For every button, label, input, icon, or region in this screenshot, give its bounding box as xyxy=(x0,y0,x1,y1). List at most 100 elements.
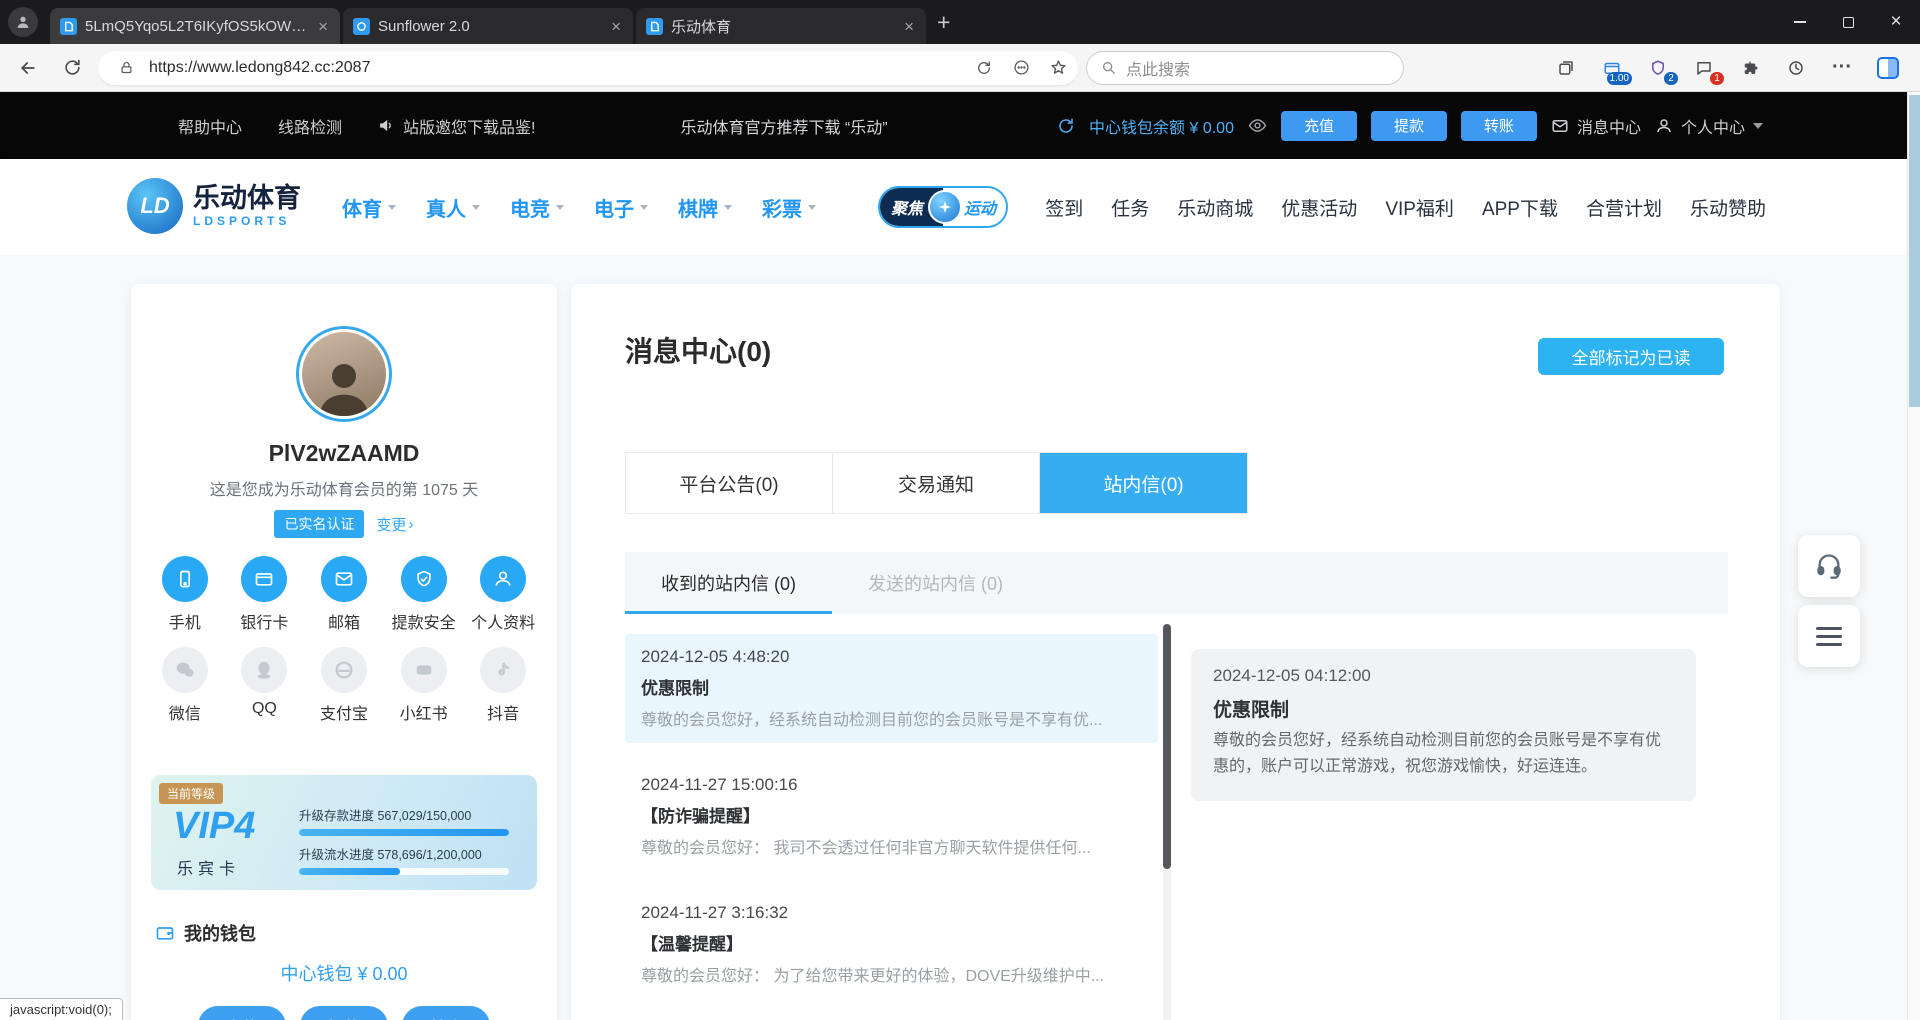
speaker-icon xyxy=(378,117,395,134)
menu-live[interactable]: 真人 xyxy=(426,193,480,222)
browser-tab-3[interactable]: 乐动体育 × xyxy=(636,8,926,44)
bind-phone[interactable]: 手机 xyxy=(149,556,221,633)
copilot-sidebar-icon[interactable] xyxy=(1870,51,1906,85)
chat-extension-icon[interactable]: 1 xyxy=(1686,51,1722,85)
vip-card-name: 乐宾卡 xyxy=(177,855,240,879)
tab-close-icon[interactable]: × xyxy=(316,18,330,35)
browser-profile-icon[interactable] xyxy=(8,7,38,37)
address-bar[interactable]: https://www.ledong842.cc:2087 xyxy=(98,51,1078,85)
browser-tab-2[interactable]: Sunflower 2.0 × xyxy=(343,8,633,44)
vip-progress: 升级存款进度 567,029/150,000 升级流水进度 578,696/1,… xyxy=(299,805,525,883)
extension-badge: 1 xyxy=(1710,72,1724,85)
page-refresh-icon[interactable] xyxy=(970,54,998,82)
back-icon[interactable] xyxy=(10,50,46,86)
list-item[interactable]: 2024-12-05 4:48:20 优惠限制 尊敬的会员您好，经系统自动检测目… xyxy=(625,634,1158,743)
transfer-button[interactable]: 转账 xyxy=(1461,111,1537,141)
list-item[interactable]: 2024-11-27 15:00:16 【防诈骗提醒】 尊敬的会员您好： 我司不… xyxy=(625,762,1158,871)
subtab-sent[interactable]: 发送的站内信 (0) xyxy=(832,552,1039,614)
url-text[interactable]: https://www.ledong842.cc:2087 xyxy=(149,59,961,77)
window-close-button[interactable]: × xyxy=(1872,0,1920,44)
link-tasks[interactable]: 任务 xyxy=(1111,194,1149,221)
history-icon[interactable] xyxy=(1778,51,1814,85)
list-scrollbar[interactable] xyxy=(1163,624,1171,1020)
current-level-tag: 当前等级 xyxy=(159,783,223,804)
link-checkin[interactable]: 签到 xyxy=(1045,194,1083,221)
deposit-button[interactable]: 充值 xyxy=(1281,111,1357,141)
link-sponsorship[interactable]: 乐动赞助 xyxy=(1690,194,1766,221)
withdraw-button[interactable]: 提款 xyxy=(300,1006,388,1020)
extension-badge: 1.00 xyxy=(1607,72,1632,85)
message-center-link[interactable]: 消息中心 xyxy=(1551,114,1641,138)
bind-xiaohongshu[interactable]: 小红书 xyxy=(388,647,460,724)
link-mall[interactable]: 乐动商城 xyxy=(1177,194,1253,221)
focus-sports-badge[interactable]: 聚焦 运动 xyxy=(878,186,1008,228)
eye-icon[interactable] xyxy=(1248,116,1267,135)
bind-email[interactable]: 邮箱 xyxy=(308,556,380,633)
omnibox-more-icon[interactable] xyxy=(1007,54,1035,82)
wallet-extension-icon[interactable]: 1.00 xyxy=(1594,51,1630,85)
tab-transaction-notices[interactable]: 交易通知 xyxy=(833,453,1040,513)
avatar[interactable] xyxy=(296,326,392,422)
new-tab-button[interactable]: + xyxy=(937,9,950,36)
search-input[interactable]: 点此搜索 xyxy=(1086,51,1404,85)
scrollbar-thumb[interactable] xyxy=(1163,624,1171,869)
browser-tab-1[interactable]: 5LmQ5Yqo5L2T6IKyfOS5kOWKqO... × xyxy=(50,8,340,44)
link-vip[interactable]: VIP福利 xyxy=(1385,194,1454,221)
favorite-star-icon[interactable] xyxy=(1044,54,1072,82)
quick-menu-button[interactable] xyxy=(1798,605,1860,667)
bind-bank-card[interactable]: 银行卡 xyxy=(228,556,300,633)
shield-extension-icon[interactable]: 2 xyxy=(1640,51,1676,85)
wallet-refresh-icon[interactable] xyxy=(1057,117,1075,135)
unbound-icons-row: 微信 QQ 支付宝 小红书 抖音 xyxy=(131,647,557,724)
extensions-puzzle-icon[interactable] xyxy=(1732,51,1768,85)
withdraw-button[interactable]: 提款 xyxy=(1371,111,1447,141)
customer-service-button[interactable] xyxy=(1798,535,1860,597)
page-scrollbar[interactable] xyxy=(1907,92,1920,1020)
tab-site-mail[interactable]: 站内信(0) xyxy=(1040,453,1247,513)
wechat-icon xyxy=(162,647,208,693)
site-invite-link[interactable]: 站版邀您下载品鉴! xyxy=(378,114,535,138)
logo-subtitle: LDSPORTS xyxy=(193,214,301,228)
menu-cards[interactable]: 棋牌 xyxy=(678,193,732,222)
link-affiliate[interactable]: 合营计划 xyxy=(1586,194,1662,221)
subtab-received[interactable]: 收到的站内信 (0) xyxy=(625,552,832,614)
change-link[interactable]: 变更› xyxy=(376,514,413,535)
bind-douyin[interactable]: 抖音 xyxy=(467,647,539,724)
douyin-icon xyxy=(480,647,526,693)
tab-platform-announcements[interactable]: 平台公告(0) xyxy=(626,453,833,513)
list-item[interactable]: 2024-11-27 3:16:32 【温馨提醒】 尊敬的会员您好： 为了给您带… xyxy=(625,890,1158,999)
transfer-button[interactable]: 转账 xyxy=(402,1006,490,1020)
menu-lottery[interactable]: 彩票 xyxy=(762,193,816,222)
wallet-amount: ¥ 0.00 xyxy=(1189,120,1233,137)
menu-sports[interactable]: 体育 xyxy=(342,193,396,222)
menu-esports[interactable]: 电竞 xyxy=(510,193,564,222)
member-days-text: 这是您成为乐动体育会员的第 1075 天 xyxy=(131,476,557,500)
bind-qq[interactable]: QQ xyxy=(228,647,300,724)
page-scrollbar-thumb[interactable] xyxy=(1909,95,1920,407)
mark-all-read-button[interactable]: 全部标记为已读 xyxy=(1538,338,1724,375)
bind-wechat[interactable]: 微信 xyxy=(149,647,221,724)
tab-close-icon[interactable]: × xyxy=(902,18,916,35)
line-check-link[interactable]: 线路检测 xyxy=(278,114,342,138)
wallet-buttons-row: 充值 提款 转账 xyxy=(131,1006,557,1020)
help-center-link[interactable]: 帮助中心 xyxy=(178,114,242,138)
collections-icon[interactable] xyxy=(1548,51,1584,85)
topbar-right: 中心钱包余额 ¥ 0.00 充值 提款 转账 消息中心 个人中心 xyxy=(1057,111,1763,141)
bind-alipay[interactable]: 支付宝 xyxy=(308,647,380,724)
bind-withdraw-safety[interactable]: 提款安全 xyxy=(388,556,460,633)
site-logo[interactable]: LD 乐动体育 LDSPORTS xyxy=(127,178,301,234)
bind-personal-info[interactable]: 个人资料 xyxy=(467,556,539,633)
site-info-lock-icon[interactable] xyxy=(112,54,140,82)
minimize-button[interactable] xyxy=(1776,0,1824,44)
tab-favicon-icon xyxy=(60,18,77,35)
personal-center-menu[interactable]: 个人中心 xyxy=(1655,114,1763,138)
link-promotions[interactable]: 优惠活动 xyxy=(1281,194,1357,221)
chevron-down-icon xyxy=(1753,123,1763,129)
menu-slots[interactable]: 电子 xyxy=(594,193,648,222)
maximize-button[interactable] xyxy=(1824,0,1872,44)
deposit-button[interactable]: 充值 xyxy=(198,1006,286,1020)
settings-more-icon[interactable]: ··· xyxy=(1824,51,1860,85)
link-app-download[interactable]: APP下载 xyxy=(1482,194,1558,221)
tab-close-icon[interactable]: × xyxy=(609,18,623,35)
refresh-icon[interactable] xyxy=(54,50,90,86)
